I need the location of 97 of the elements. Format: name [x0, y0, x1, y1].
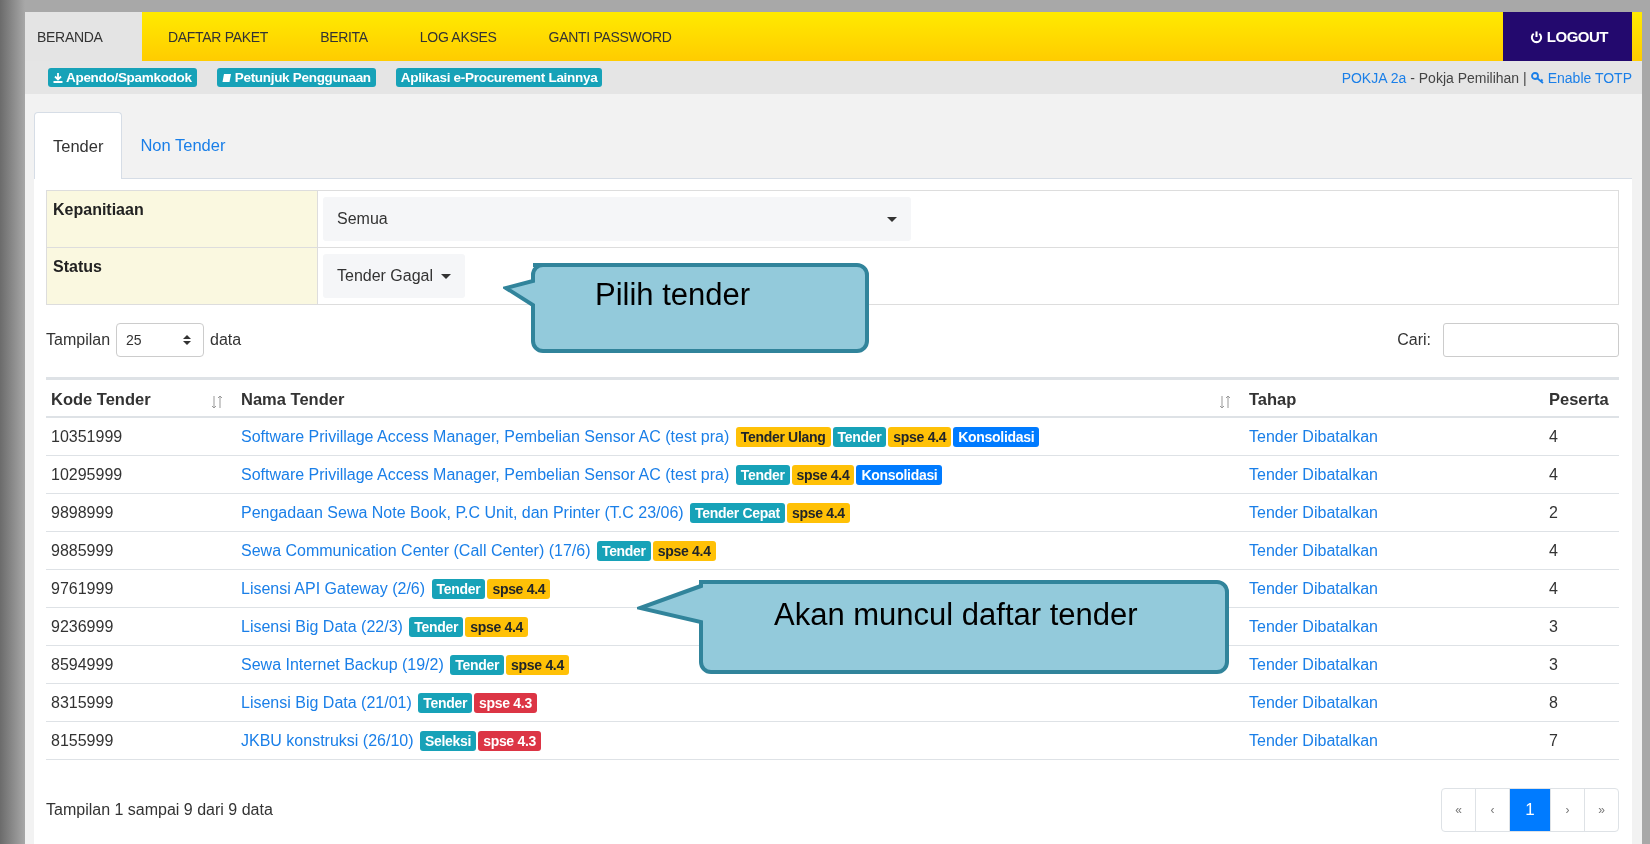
menu-item[interactable]: GANTI PASSWORD — [522, 12, 698, 61]
stage-link[interactable]: Tender Dibatalkan — [1249, 656, 1378, 673]
tender-link[interactable]: Lisensi API Gateway (2/6) — [241, 580, 426, 597]
tag: spse 4.4 — [506, 655, 569, 675]
table-cell: 9885999 — [51, 542, 114, 559]
sort-icon[interactable] — [1219, 395, 1231, 409]
length-label: data — [210, 331, 242, 349]
tab[interactable]: Tender — [34, 112, 123, 179]
page-button[interactable]: › — [1550, 789, 1584, 831]
tag: Seleksi — [419, 731, 477, 751]
menu-item[interactable]: BERANDA — [25, 12, 142, 61]
tender-link[interactable]: Lisensi Big Data (21/01) — [241, 694, 412, 711]
table-cell: 4 — [1549, 542, 1558, 559]
stage-link[interactable]: Tender Dibatalkan — [1249, 542, 1378, 559]
menu-item[interactable]: LOG AKSES — [393, 12, 523, 61]
totp-link[interactable]: Enable TOTP — [1530, 69, 1632, 86]
stage-link[interactable]: Tender Dibatalkan — [1249, 428, 1378, 445]
stage-link[interactable]: Tender Dibatalkan — [1249, 504, 1378, 521]
column-header[interactable]: Nama Tender — [241, 389, 345, 409]
menu-item[interactable]: BERITA — [294, 12, 394, 61]
tag: spse 4.4 — [786, 503, 850, 523]
table-cell: 8 — [1549, 694, 1558, 711]
page-button[interactable]: 1 — [1509, 789, 1550, 831]
filter-dropdown[interactable]: Tender Gagal — [323, 254, 466, 298]
tender-link[interactable]: Lisensi Big Data (22/3) — [241, 618, 403, 635]
callout-text: Akan muncul daftar tender — [774, 597, 1138, 633]
search-field[interactable] — [1443, 323, 1619, 357]
tag: Tender — [409, 617, 464, 637]
tag: spse 4.4 — [791, 465, 855, 485]
table-cell: 10351999 — [51, 428, 123, 445]
tag: spse 4.3 — [474, 693, 537, 713]
column-header[interactable]: Peserta — [1549, 389, 1609, 409]
tender-link[interactable]: Sewa Internet Backup (19/2) — [241, 656, 444, 673]
tender-link[interactable]: Sewa Communication Center (Call Center) (17/6) — [241, 542, 591, 559]
tender-link[interactable]: Software Privillage Access Manager, Pembelian Sensor AC (test pra) — [241, 466, 730, 483]
stage-link[interactable]: Tender Dibatalkan — [1249, 694, 1378, 711]
tender-link[interactable]: Software Privillage Access Manager, Pembelian Sensor AC (test pra) — [241, 428, 730, 445]
tag: spse 4.4 — [465, 617, 529, 637]
tag: Konsolidasi — [856, 465, 943, 485]
logout-button[interactable]: LOGOUT — [1502, 12, 1632, 61]
download-icon — [53, 72, 63, 83]
table-cell: 3 — [1549, 656, 1558, 673]
page-button[interactable]: « — [1442, 789, 1475, 831]
column-header[interactable]: Tahap — [1249, 389, 1297, 409]
quick-link[interactable]: Aplikasi e-Procurement Lainnya — [395, 68, 603, 87]
stage-link[interactable]: Tender Dibatalkan — [1249, 580, 1378, 597]
tag: Tender Cepat — [690, 503, 785, 523]
tag: Tender — [735, 465, 790, 485]
table-cell: 9898999 — [51, 504, 114, 521]
table-cell: 3 — [1549, 618, 1558, 635]
tender-link[interactable]: JKBU konstruksi (26/10) — [241, 732, 414, 749]
user-link[interactable]: POKJA 2a — [1341, 69, 1407, 86]
tag: Tender — [418, 693, 473, 713]
table-cell: 2 — [1549, 504, 1558, 521]
tag: spse 4.4 — [888, 427, 952, 447]
user-role: - Pokja Pemilihan | — [1410, 69, 1527, 86]
tag: Tender — [431, 579, 486, 599]
tag: Konsolidasi — [953, 427, 1040, 447]
tab[interactable]: Non Tender — [122, 112, 244, 178]
stage-link[interactable]: Tender Dibatalkan — [1249, 466, 1378, 483]
stage-link[interactable]: Tender Dibatalkan — [1249, 618, 1378, 635]
table-cell: 4 — [1549, 466, 1558, 483]
table-cell: 7 — [1549, 732, 1558, 749]
tag: spse 4.4 — [652, 541, 716, 561]
tag: Tender — [596, 541, 651, 561]
table-cell: 10295999 — [51, 466, 123, 483]
table-cell: 4 — [1549, 428, 1558, 445]
column-header[interactable]: Kode Tender — [51, 389, 151, 409]
quick-link[interactable]: Apendo/Spamkodok — [48, 68, 197, 87]
tag: spse 4.4 — [487, 579, 551, 599]
menu-item[interactable]: DAFTAR PAKET — [142, 12, 295, 61]
stepper-icon — [183, 334, 192, 346]
page-button[interactable]: » — [1584, 789, 1618, 831]
filter-label: Status — [47, 248, 318, 304]
power-icon — [1529, 29, 1543, 44]
stage-link[interactable]: Tender Dibatalkan — [1249, 732, 1378, 749]
filter-dropdown[interactable]: Semua — [323, 197, 911, 241]
table-cell: 9761999 — [51, 580, 114, 597]
search-label: Cari: — [1397, 331, 1431, 349]
table-cell: 8315999 — [51, 694, 114, 711]
callout-text: Pilih tender — [595, 277, 751, 313]
quick-link[interactable]: Petunjuk Penggunaan — [216, 68, 376, 87]
table-info: Tampilan 1 sampai 9 dari 9 data — [46, 801, 273, 819]
sort-icon[interactable] — [211, 395, 223, 409]
table-cell: 8155999 — [51, 732, 114, 749]
filter-label: Kepanitiaan — [47, 191, 318, 247]
table-cell: 8594999 — [51, 656, 114, 673]
table-cell: 4 — [1549, 580, 1558, 597]
tag: Tender — [832, 427, 887, 447]
tag: spse 4.3 — [478, 731, 541, 751]
tender-link[interactable]: Pengadaan Sewa Note Book, P.C Unit, dan Printer (T.C 23/06) — [241, 504, 684, 521]
table-cell: 9236999 — [51, 618, 114, 635]
page-length-select[interactable]: 25 — [116, 323, 205, 357]
tag: Tender Ulang — [735, 427, 831, 447]
length-label: Tampilan — [46, 331, 111, 349]
tag: Tender — [450, 655, 505, 675]
key-icon — [1530, 71, 1545, 84]
